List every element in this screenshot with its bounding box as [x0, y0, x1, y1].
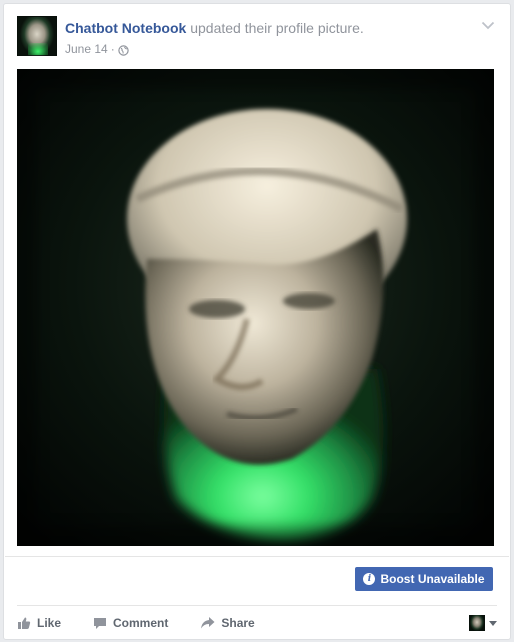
- post-action-text: updated their profile picture.: [190, 20, 364, 36]
- caret-down-icon: [489, 620, 497, 626]
- share-label: Share: [221, 616, 255, 630]
- share-arrow-icon: [200, 616, 215, 630]
- actions-divider: [17, 605, 497, 606]
- like-label: Like: [37, 616, 62, 630]
- like-button[interactable]: Like: [17, 616, 61, 630]
- comment-label: Comment: [113, 616, 169, 630]
- avatar-glow: [28, 43, 48, 55]
- post-header: Chatbot Notebook updated their profile p…: [65, 19, 364, 37]
- meta-separator: ·: [110, 42, 115, 56]
- share-button[interactable]: Share: [200, 616, 255, 630]
- post-card: Chatbot Notebook updated their profile p…: [3, 3, 511, 640]
- globe-icon[interactable]: [118, 44, 129, 56]
- post-meta: June 14 ·: [65, 41, 129, 57]
- comment-icon: [93, 616, 107, 630]
- comment-button[interactable]: Comment: [93, 616, 168, 630]
- post-date-link[interactable]: June 14: [65, 41, 108, 57]
- thumbs-up-icon: [17, 616, 31, 630]
- post-action-bar: Like Comment Share: [17, 608, 497, 638]
- boost-label: Boost Unavailable: [380, 572, 485, 586]
- chevron-down-icon[interactable]: [480, 18, 496, 32]
- boost-divider: [5, 556, 509, 557]
- sculpture-bust-image: [17, 69, 494, 546]
- author-avatar[interactable]: [17, 16, 57, 56]
- avatar-selector-icon[interactable]: [469, 615, 497, 631]
- profile-photo[interactable]: [17, 69, 494, 546]
- mini-avatar: [469, 615, 485, 631]
- info-icon: i: [363, 573, 376, 585]
- boost-unavailable-button[interactable]: i Boost Unavailable: [355, 567, 493, 591]
- author-name-link[interactable]: Chatbot Notebook: [65, 20, 186, 36]
